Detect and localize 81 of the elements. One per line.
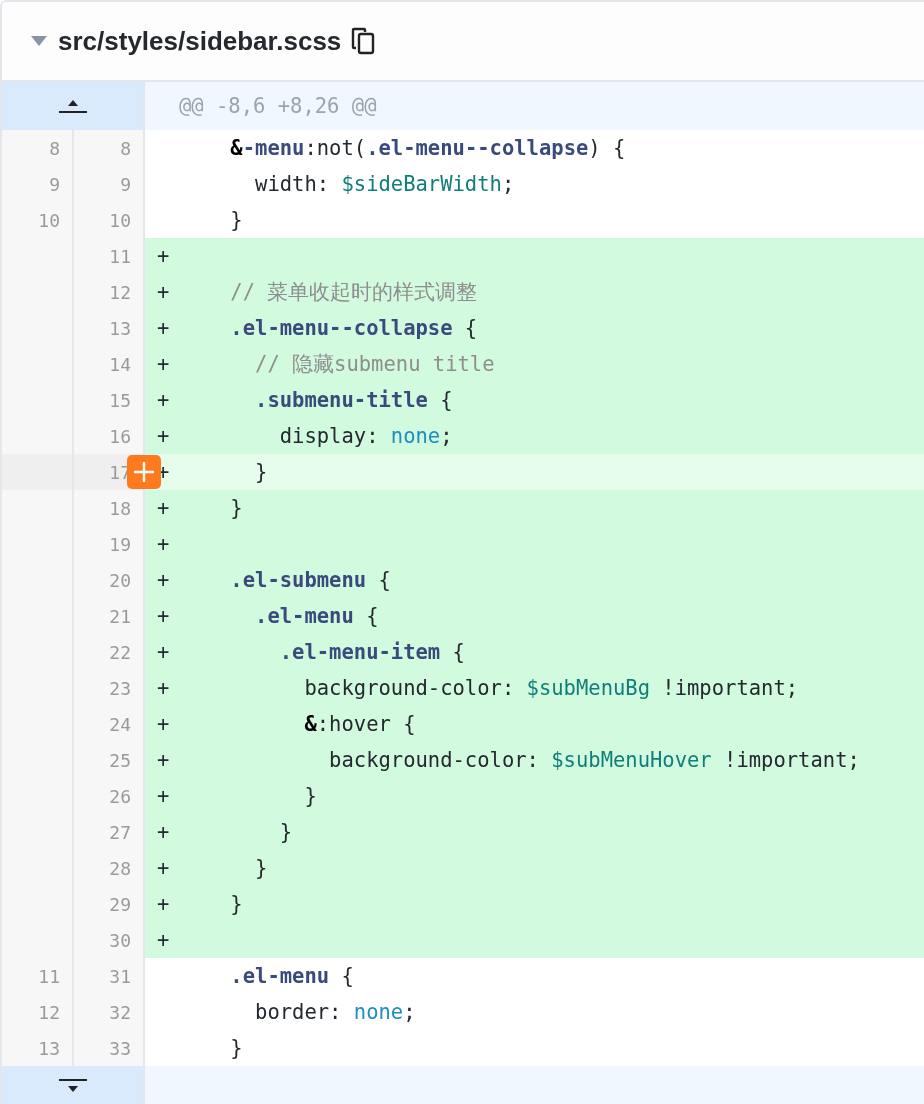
code-text: &-menu:not(.el-menu--collapse) {: [229, 136, 626, 160]
code-text: background-color: $subMenuHover !important;: [328, 748, 860, 772]
line-number: 15: [74, 382, 145, 418]
line-number: 9: [74, 166, 145, 202]
line-number: 30: [74, 922, 145, 958]
code-text: .el-menu {: [229, 964, 354, 988]
file-path: src/styles/sidebar.scss: [58, 25, 342, 57]
line-number: 10: [74, 202, 145, 238]
line-number: 26: [74, 778, 145, 814]
code-text: }: [229, 208, 243, 232]
hunk-header: @@ -8,6 +8,26 @@: [145, 82, 924, 130]
line-number: 29: [74, 886, 145, 922]
line-number: 8: [2, 130, 74, 166]
line-number: 9: [2, 166, 74, 202]
added-marker: +: [156, 820, 171, 844]
line-number: 24: [74, 706, 145, 742]
code-text: display: none;: [278, 424, 453, 448]
expand-down-icon[interactable]: [57, 1078, 88, 1094]
code-text: &:hover {: [303, 712, 416, 736]
line-number: 8: [74, 130, 145, 166]
line-number: 32: [74, 994, 145, 1030]
line-number: 20: [74, 562, 145, 598]
line-number: 21: [74, 598, 145, 634]
line-number: 19: [74, 526, 145, 562]
code-text: .el-menu-item {: [278, 640, 465, 664]
line-number: 33: [74, 1030, 145, 1066]
added-marker: +: [156, 712, 171, 736]
code-text: .el-menu {: [254, 604, 379, 628]
code-text: }: [303, 784, 317, 808]
added-marker: +: [156, 316, 171, 340]
line-number: 12: [74, 274, 145, 310]
added-marker: +: [156, 784, 171, 808]
line-number: 31: [74, 958, 145, 994]
code-text: }: [254, 856, 268, 880]
code-text: }: [229, 892, 243, 916]
code-text: }: [229, 496, 243, 520]
code-text: background-color: $subMenuBg !important;: [303, 676, 799, 700]
line-number: 27: [74, 814, 145, 850]
added-marker: +: [156, 928, 171, 952]
line-number: 12: [2, 994, 74, 1030]
plus-icon: [133, 461, 155, 483]
code-text: .el-submenu {: [229, 568, 391, 592]
line-number: 28: [74, 850, 145, 886]
collapse-caret-icon[interactable]: [30, 35, 48, 47]
line-number: 18: [74, 490, 145, 526]
line-number: 11: [74, 238, 145, 274]
copy-icon[interactable]: [351, 27, 376, 55]
code-text: }: [229, 1036, 243, 1060]
added-marker: +: [156, 568, 171, 592]
added-marker: +: [156, 604, 171, 628]
line-number: 13: [2, 1030, 74, 1066]
line-number: 22: [74, 634, 145, 670]
code-text: }: [278, 820, 293, 844]
added-marker: +: [156, 388, 171, 412]
added-marker: +: [156, 640, 171, 664]
code-text: }: [254, 460, 268, 484]
added-marker: +: [156, 748, 171, 772]
added-marker: +: [156, 892, 171, 916]
add-comment-button[interactable]: [127, 455, 161, 489]
added-marker: +: [156, 676, 171, 700]
added-marker: +: [156, 280, 171, 304]
line-number: 10: [2, 202, 74, 238]
code-text: .submenu-title {: [254, 388, 453, 412]
line-number: 13: [74, 310, 145, 346]
code-text: .el-menu--collapse {: [229, 316, 478, 340]
added-marker: +: [156, 856, 171, 880]
code-text: border: none;: [254, 1000, 416, 1024]
code-text: // 隐藏submenu title: [254, 351, 495, 378]
added-marker: +: [156, 352, 171, 376]
line-number: 25: [74, 742, 145, 778]
added-marker: +: [156, 532, 171, 556]
expand-up-icon[interactable]: [57, 98, 88, 114]
line-number: 14: [74, 346, 145, 382]
added-marker: +: [156, 424, 171, 448]
code-text: width: $sideBarWidth;: [254, 172, 515, 196]
added-marker: +: [156, 496, 171, 520]
line-number: 16: [74, 418, 145, 454]
line-number: 23: [74, 670, 145, 706]
added-marker: +: [156, 244, 171, 268]
code-text: // 菜单收起时的样式调整: [229, 279, 478, 306]
line-number: 11: [2, 958, 74, 994]
